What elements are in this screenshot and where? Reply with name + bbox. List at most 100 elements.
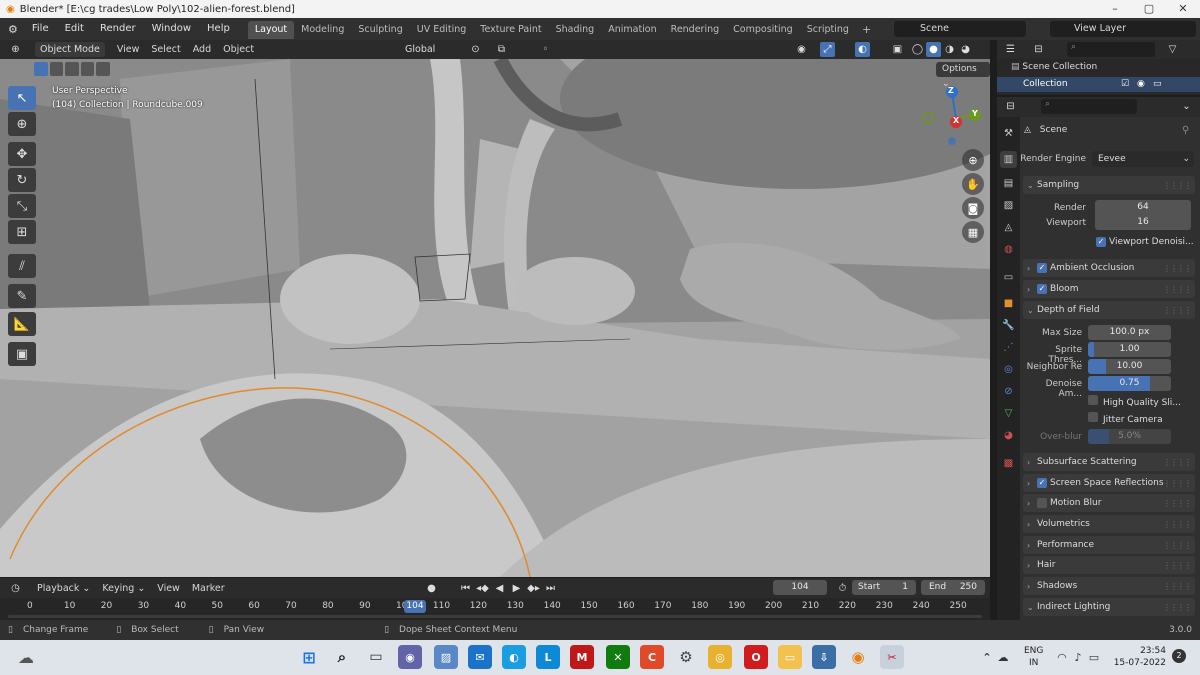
snipping-tool-icon[interactable]: ✂ (880, 645, 904, 669)
il-drag-icon[interactable]: ⋮⋮⋮⋮ (1163, 603, 1192, 612)
installer-icon[interactable]: ⇩ (812, 645, 836, 669)
blender-taskbar-icon[interactable]: ◉ (846, 645, 870, 669)
ortho-grid-icon[interactable]: ▦ (962, 221, 984, 243)
overblur-field[interactable]: 5.0% (1088, 429, 1171, 444)
l-app-icon[interactable]: L (536, 645, 560, 669)
world-tab-icon[interactable]: ◍ (1000, 241, 1017, 258)
ssr-check-icon[interactable]: ✓ (1037, 478, 1047, 488)
xray-icon[interactable]: ▣ (890, 42, 905, 57)
select-mode-buttons[interactable] (34, 62, 110, 76)
properties-editor-icon[interactable]: ⊟ (1003, 99, 1018, 114)
cloud-tray-icon[interactable]: ☁ (996, 645, 1010, 669)
add-workspace-icon[interactable]: + (856, 23, 877, 36)
select-subtract-icon[interactable] (65, 62, 79, 76)
c-app-icon[interactable]: C (640, 645, 664, 669)
display-mode-icon[interactable]: ⊟ (1031, 42, 1046, 57)
jitter-camera-checkbox[interactable]: Jitter Camera (1088, 412, 1163, 425)
vol-drag-icon[interactable]: ⋮⋮⋮⋮ (1163, 520, 1192, 529)
view-layer-tab-icon[interactable]: ▨ (1000, 197, 1017, 214)
material-tab-icon[interactable]: ◕ (1000, 427, 1017, 444)
performance-panel[interactable]: › Performance ⋮⋮⋮⋮ (1023, 536, 1195, 554)
view-layer-selector[interactable]: View Layer (1050, 21, 1196, 37)
menu-edit[interactable]: Edit (57, 18, 92, 40)
constraints-tab-icon[interactable]: ⊘ (1000, 383, 1017, 400)
wifi-icon[interactable]: ◠ (1054, 645, 1070, 669)
next-key-icon[interactable]: ◆▸ (526, 581, 541, 596)
indirect-lighting-panel[interactable]: ⌄ Indirect Lighting ⋮⋮⋮⋮ (1023, 598, 1195, 616)
maximize-button[interactable]: ▢ (1132, 0, 1166, 18)
prev-key-icon[interactable]: ◂◆ (475, 581, 490, 596)
filter-icon[interactable]: ▽ (1165, 42, 1180, 57)
transform-orientation-dropdown[interactable]: Global (400, 42, 440, 57)
ssr-drag-icon[interactable]: ⋮⋮⋮⋮ (1163, 479, 1192, 488)
shading-material-icon[interactable]: ◑ (942, 42, 957, 57)
tray-overflow-icon[interactable]: ⌃ (980, 645, 994, 669)
volume-icon[interactable]: ♪ (1070, 645, 1086, 669)
play-icon[interactable]: ▶ (509, 581, 524, 596)
marker-menu[interactable]: Marker (186, 583, 231, 594)
menu-window[interactable]: Window (144, 18, 199, 40)
select-intersect-icon[interactable] (96, 62, 110, 76)
modifier-tab-icon[interactable]: 🔧 (1000, 317, 1017, 334)
scale-tool-icon[interactable]: ⤡ (8, 194, 36, 218)
draw-tool-icon[interactable]: ✎ (8, 284, 36, 308)
task-view-icon[interactable]: ▭ (364, 645, 388, 669)
scene-render[interactable] (0, 59, 990, 577)
tab-layout[interactable]: Layout (247, 21, 295, 39)
object-mode-dropdown[interactable]: Object Mode (35, 42, 105, 57)
render-samples-field[interactable]: 64 (1095, 200, 1191, 215)
battery-icon[interactable]: ▭ (1086, 645, 1102, 669)
mail-icon[interactable]: ✉ (468, 645, 492, 669)
navigation-gizmo[interactable]: Z Y X (918, 83, 984, 149)
collection-render-icon[interactable]: ▭ (1153, 77, 1162, 92)
measure-tool-icon[interactable]: 📐 (8, 312, 36, 336)
outliner-editor-icon[interactable]: ☰ (1003, 42, 1018, 57)
high-quality-slices-checkbox[interactable]: High Quality Sli... (1088, 395, 1181, 408)
tab-scripting[interactable]: Scripting (800, 21, 856, 39)
particles-tab-icon[interactable]: ⋰ (1000, 339, 1017, 356)
sampling-drag-icon[interactable]: ⋮⋮⋮⋮ (1163, 181, 1192, 190)
file-explorer-icon[interactable]: ▭ (778, 645, 802, 669)
collection-row[interactable]: Collection ☑ ◉ ▭ (997, 77, 1200, 92)
menu-help[interactable]: Help (199, 18, 238, 40)
render-tab-icon[interactable]: ▥ (1000, 151, 1017, 168)
viewport-menu-view[interactable]: View (111, 44, 146, 55)
zoom-icon[interactable]: ⊕ (962, 149, 984, 171)
collection-visibility-icon[interactable]: ◉ (1137, 77, 1145, 92)
viewport-menu-select[interactable]: Select (145, 44, 186, 55)
start-frame-field[interactable]: Start 1 (852, 580, 916, 595)
teams-chat-icon[interactable]: ◉ (398, 645, 422, 669)
output-tab-icon[interactable]: ▤ (1000, 175, 1017, 192)
mcafee-icon[interactable]: M (570, 645, 594, 669)
windows-start-icon[interactable]: ⊞ (297, 645, 321, 669)
scene-selector[interactable]: Scene (894, 21, 1026, 37)
ao-drag-icon[interactable]: ⋮⋮⋮⋮ (1163, 264, 1192, 273)
language-indicator[interactable]: ENG IN (1024, 645, 1043, 669)
tab-animation[interactable]: Animation (601, 21, 663, 39)
select-extend-icon[interactable] (49, 62, 64, 76)
camera-view-icon[interactable]: ◙ (962, 197, 984, 219)
tab-shading[interactable]: Shading (549, 21, 602, 39)
stopwatch-icon[interactable]: ⏱ (835, 581, 850, 596)
object-tab-icon[interactable]: ■ (1000, 295, 1017, 312)
viewport-menu-object[interactable]: Object (217, 44, 260, 55)
shading-wireframe-icon[interactable]: ◯ (910, 42, 925, 57)
playback-menu[interactable]: Playback ⌄ (31, 583, 96, 594)
play-reverse-icon[interactable]: ◀ (492, 581, 507, 596)
menu-render[interactable]: Render (92, 18, 144, 40)
proportional-edit-icon[interactable]: ◦ (538, 42, 553, 57)
timeline-view-menu[interactable]: View (151, 583, 186, 594)
visibility-icon[interactable]: ◉ (794, 42, 809, 57)
shading-solid-icon[interactable]: ● (926, 42, 941, 57)
search-icon[interactable]: ⌕ (330, 645, 354, 669)
dof-drag-icon[interactable]: ⋮⋮⋮⋮ (1163, 306, 1192, 315)
end-frame-field[interactable]: End 250 (921, 580, 985, 595)
keying-menu[interactable]: Keying ⌄ (96, 583, 151, 594)
bloom-drag-icon[interactable]: ⋮⋮⋮⋮ (1163, 285, 1192, 294)
options-button[interactable]: Options ⌄ (936, 62, 990, 89)
properties-options-icon[interactable]: ⌄ (1179, 99, 1194, 114)
settings-gear-icon[interactable]: ⚙ (674, 645, 698, 669)
jump-start-icon[interactable]: ⏮ (458, 581, 473, 596)
viewport-samples-field[interactable]: 16 (1095, 215, 1191, 230)
hair-panel[interactable]: › Hair ⋮⋮⋮⋮ (1023, 556, 1195, 574)
